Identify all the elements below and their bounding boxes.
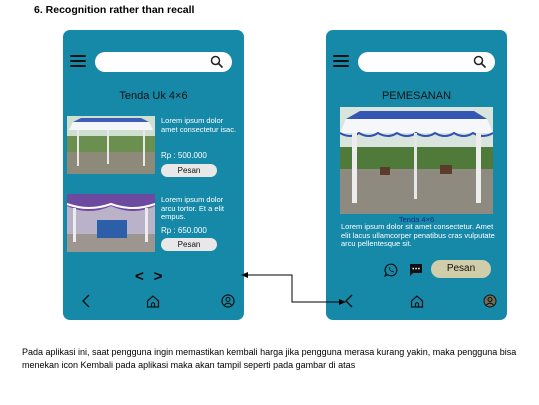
- back-icon[interactable]: [344, 294, 354, 308]
- order-screen: PEMESANAN Tenda 4×6 Lorem ipsum dolor si…: [326, 30, 507, 320]
- order-button[interactable]: Pesan: [431, 260, 491, 278]
- bottom-navigation: [63, 294, 244, 312]
- home-icon[interactable]: [146, 294, 160, 308]
- profile-icon[interactable]: [221, 294, 235, 308]
- product-photo: [340, 107, 493, 214]
- next-page-button[interactable]: >: [154, 268, 173, 285]
- menu-icon[interactable]: [70, 55, 86, 67]
- product-price-1: Rp : 500.000: [161, 151, 207, 160]
- whatsapp-icon[interactable]: [384, 263, 398, 277]
- search-icon[interactable]: [210, 55, 224, 69]
- product-description-2: Lorem ipsum dolor arcu tortor. Et a elit…: [161, 195, 224, 221]
- explanation-paragraph: Pada aplikasi ini, saat pengguna ingin m…: [22, 347, 517, 370]
- prev-page-button[interactable]: <: [135, 268, 154, 285]
- search-bar[interactable]: [358, 52, 495, 72]
- product-image-2[interactable]: [67, 194, 155, 252]
- product-description-1: Lorem ipsum dolor amet consectetur isac.: [161, 116, 237, 134]
- back-icon[interactable]: [81, 294, 91, 308]
- bottom-navigation: [326, 294, 507, 312]
- product-list-screen: Tenda Uk 4×6 Lorem ipsum dolor amet cons…: [63, 30, 244, 320]
- screen-title: PEMESANAN: [381, 90, 452, 102]
- screen-title: Tenda Uk 4×6: [119, 90, 188, 102]
- product-price-2: Rp : 650.000: [161, 226, 207, 235]
- menu-icon[interactable]: [333, 55, 349, 67]
- order-button-1[interactable]: Pesan: [161, 164, 217, 177]
- pagination: <>: [135, 268, 173, 285]
- section-heading: 6. Recognition rather than recall: [34, 4, 195, 16]
- search-icon[interactable]: [473, 55, 487, 69]
- product-description: Lorem ipsum dolor sit amet consectetur. …: [341, 222, 495, 248]
- profile-icon[interactable]: [483, 294, 497, 308]
- chat-icon[interactable]: [409, 263, 423, 277]
- search-bar[interactable]: [95, 52, 232, 72]
- home-icon[interactable]: [410, 294, 424, 308]
- product-image-1[interactable]: [67, 116, 155, 174]
- order-button-2[interactable]: Pesan: [161, 238, 217, 251]
